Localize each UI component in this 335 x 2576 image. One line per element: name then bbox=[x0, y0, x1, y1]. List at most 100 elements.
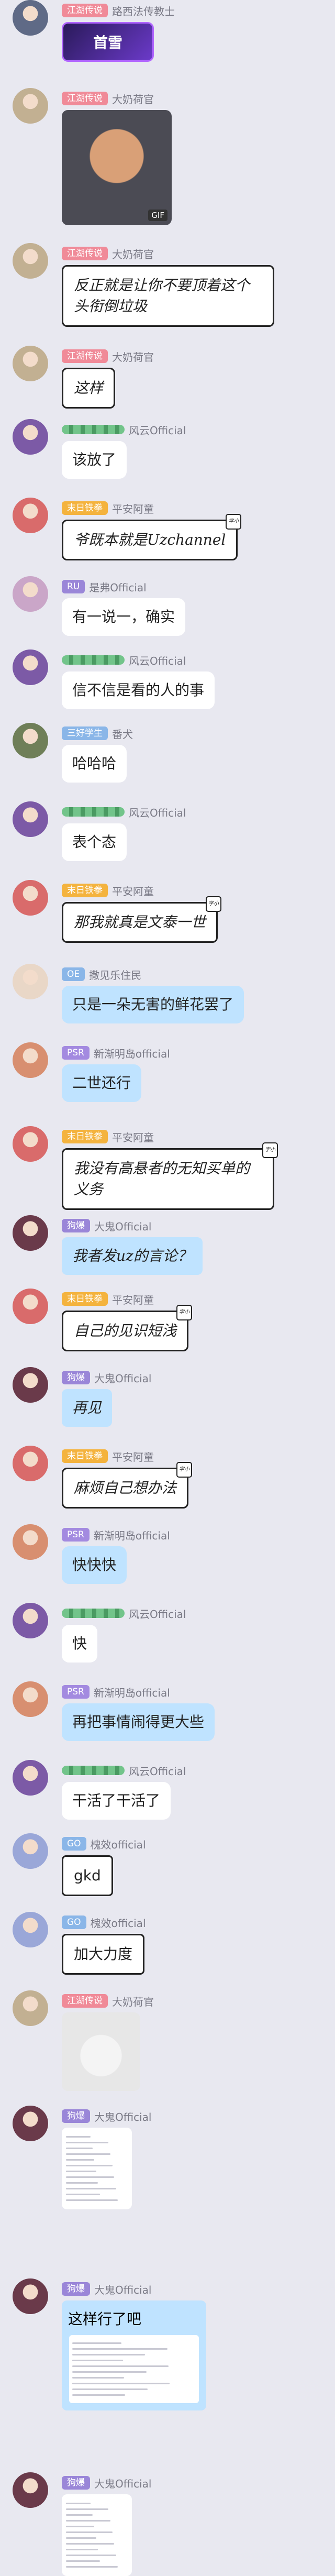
message-bubble[interactable]: 干活了干活了 bbox=[62, 1782, 171, 1820]
avatar[interactable] bbox=[13, 2106, 48, 2141]
wave-badge-icon bbox=[62, 425, 125, 434]
message-bubble[interactable]: 那我就真是文泰一世 字小 bbox=[62, 896, 222, 943]
avatar[interactable] bbox=[13, 1681, 48, 1717]
message-bubble[interactable]: 表个态 bbox=[62, 823, 127, 861]
avatar[interactable] bbox=[13, 2278, 48, 2314]
message-bubble[interactable]: 反正就是让你不要顶着这个头衔倒垃圾 bbox=[62, 265, 274, 327]
message-bubble[interactable]: 信不信是看的人的事 bbox=[62, 671, 215, 709]
sender-meta: OE 撒见乐住民 bbox=[62, 967, 141, 982]
rank-badge: 狗爆 bbox=[62, 2476, 90, 2490]
gif-image[interactable]: GIF bbox=[62, 110, 172, 225]
message-bubble[interactable]: 该放了 bbox=[62, 441, 127, 479]
message-bubble[interactable]: 我没有高悬者的无知买单的义务 字小 bbox=[62, 1142, 278, 1210]
avatar[interactable] bbox=[13, 1912, 48, 1947]
avatar[interactable] bbox=[13, 1126, 48, 1162]
wave-badge-icon bbox=[62, 1609, 125, 1618]
banner-image[interactable]: 首雪 bbox=[62, 22, 154, 62]
message-bubble[interactable]: 再见 bbox=[62, 1389, 113, 1427]
avatar[interactable] bbox=[13, 1990, 48, 2026]
sticker-image[interactable] bbox=[62, 2012, 140, 2091]
sticker-tag-icon: 字小 bbox=[206, 896, 222, 912]
chat-message: 狗爆 大鬼Official bbox=[0, 2106, 335, 2263]
sender-name: 大鬼Official bbox=[94, 2110, 152, 2123]
message-bubble[interactable]: 自己的见识短浅 字小 bbox=[62, 1305, 193, 1351]
message-bubble[interactable]: 快快快 bbox=[62, 1546, 127, 1584]
avatar[interactable] bbox=[13, 1603, 48, 1638]
avatar[interactable] bbox=[13, 723, 48, 758]
message-bubble[interactable]: 哈哈哈 bbox=[62, 745, 127, 783]
chat-message: 江湖传说 大奶荷官 bbox=[0, 1990, 335, 2095]
avatar[interactable] bbox=[13, 880, 48, 916]
message-bubble[interactable]: 我者发uz的言论？ bbox=[62, 1237, 203, 1275]
document-image[interactable]: 这样行了吧 bbox=[62, 2300, 206, 2410]
rank-badge: GO bbox=[62, 1916, 86, 1929]
message-bubble[interactable]: 只是一朵无害的鲜花罢了 bbox=[62, 986, 244, 1023]
sender-name: 新渐明岛official bbox=[93, 1686, 170, 1699]
sender-meta: GO 槐效official bbox=[62, 1915, 146, 1930]
avatar[interactable] bbox=[13, 1042, 48, 1078]
sender-name: 番犬 bbox=[112, 728, 133, 741]
rank-badge: RU bbox=[62, 580, 85, 593]
message-bubble[interactable]: 麻烦自己想办法 字小 bbox=[62, 1462, 193, 1509]
sticker-tag-icon: 字小 bbox=[176, 1305, 193, 1320]
rank-badge bbox=[62, 653, 125, 667]
avatar[interactable] bbox=[13, 1289, 48, 1324]
message-bubble[interactable]: 再把事情闹得更大些 bbox=[62, 1703, 215, 1741]
avatar[interactable] bbox=[13, 498, 48, 533]
avatar[interactable] bbox=[13, 1446, 48, 1481]
chat-message: 狗爆 大鬼Official bbox=[0, 2472, 335, 2576]
avatar[interactable] bbox=[13, 88, 48, 124]
message-bubble[interactable]: 二世还行 bbox=[62, 1064, 142, 1102]
message-text: 我者发uz的言论？ bbox=[72, 1247, 192, 1264]
avatar[interactable] bbox=[13, 346, 48, 381]
chat-message: 江湖传说 大奶荷官 这样 bbox=[0, 346, 335, 409]
chat-message: 风云Official 该放了 bbox=[0, 419, 335, 482]
avatar[interactable] bbox=[13, 0, 48, 36]
message-text: 这样行了吧 bbox=[68, 2310, 142, 2328]
avatar[interactable] bbox=[13, 576, 48, 612]
message-text: 再见 bbox=[72, 1399, 102, 1416]
avatar[interactable] bbox=[13, 801, 48, 837]
document-image[interactable] bbox=[62, 2128, 132, 2209]
sender-meta: 风云Official bbox=[62, 805, 186, 819]
avatar[interactable] bbox=[13, 1215, 48, 1251]
avatar[interactable] bbox=[13, 649, 48, 685]
rank-badge: 末日铁拳 bbox=[62, 884, 108, 897]
avatar[interactable] bbox=[13, 243, 48, 279]
chat-message: PSR 新渐明岛official 快快快 bbox=[0, 1524, 335, 1587]
sender-name: 平安阿童 bbox=[112, 885, 154, 898]
message-bubble[interactable]: 有一说一，确实 bbox=[62, 598, 186, 636]
avatar[interactable] bbox=[13, 1367, 48, 1403]
message-bubble[interactable]: 爷既本就是Uzchannel 字小 bbox=[62, 514, 242, 560]
message-bubble[interactable]: 加大力度 bbox=[62, 1934, 145, 1975]
chat-message: OE 撒见乐住民只是一朵无害的鲜花罢了 bbox=[0, 964, 335, 1027]
wave-badge-icon bbox=[62, 655, 125, 665]
avatar[interactable] bbox=[13, 1760, 48, 1796]
sender-meta: PSR 新渐明岛official bbox=[62, 1685, 170, 1699]
wave-badge-icon bbox=[62, 1766, 125, 1775]
chat-message: 末日铁拳 平安阿童 爷既本就是Uzchannel 字小 bbox=[0, 498, 335, 560]
sender-name: 是弗Official bbox=[89, 581, 147, 594]
rank-badge: 江湖传说 bbox=[62, 1994, 108, 2008]
avatar[interactable] bbox=[13, 964, 48, 999]
message-bubble[interactable]: gkd bbox=[62, 1855, 113, 1896]
sender-name: 槐效official bbox=[90, 1838, 146, 1851]
sender-name: 大鬼Official bbox=[94, 1220, 152, 1233]
avatar[interactable] bbox=[13, 1524, 48, 1560]
avatar[interactable] bbox=[13, 1833, 48, 1869]
sender-name: 平安阿童 bbox=[112, 1450, 154, 1463]
avatar[interactable] bbox=[13, 419, 48, 455]
sender-meta: 狗爆 大鬼Official bbox=[62, 1370, 151, 1385]
avatar[interactable] bbox=[13, 2472, 48, 2508]
document-image[interactable] bbox=[62, 2494, 132, 2576]
rank-badge: PSR bbox=[62, 1046, 90, 1060]
sender-meta: 狗爆 大鬼Official bbox=[62, 2282, 151, 2296]
sender-meta: 三好学生 番犬 bbox=[62, 726, 133, 741]
sender-meta: RU 是弗Official bbox=[62, 579, 147, 594]
message-bubble[interactable]: 快 bbox=[62, 1625, 98, 1663]
rank-badge: 末日铁拳 bbox=[62, 501, 108, 515]
message-bubble[interactable]: 这样 bbox=[62, 368, 116, 409]
sticker-tag-icon: 字小 bbox=[226, 514, 242, 530]
sender-name: 风云Official bbox=[129, 806, 186, 819]
rank-badge: 狗爆 bbox=[62, 1371, 90, 1384]
